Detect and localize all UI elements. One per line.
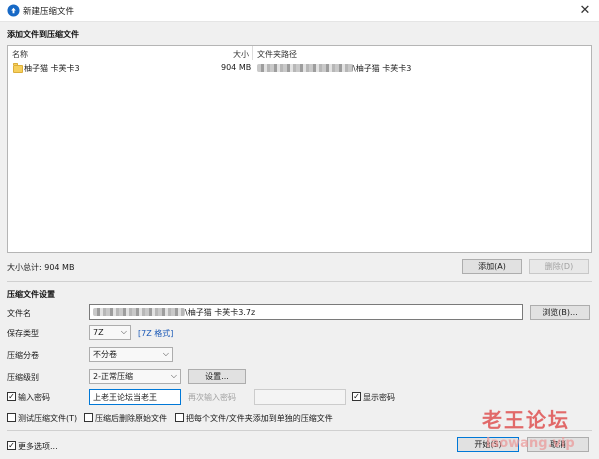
reenter-password-label: 再次输入密码 xyxy=(188,393,236,402)
watermark-logo: 老王论坛 xyxy=(482,408,570,432)
filename-value: \柚子猫 卡芙卡3.7z xyxy=(185,307,256,317)
test-archive-checkbox[interactable] xyxy=(7,413,16,422)
column-divider[interactable] xyxy=(252,46,253,60)
redacted-path xyxy=(257,64,353,72)
redacted-path xyxy=(93,308,185,316)
settings-button[interactable]: 设置... xyxy=(188,369,246,384)
section-divider xyxy=(7,281,592,282)
test-archive-label[interactable]: 测试压缩文件(T) xyxy=(18,413,77,424)
add-button[interactable]: 添加(A) xyxy=(462,259,522,274)
level-label: 压缩级别 xyxy=(7,373,39,382)
file-path: \柚子猫 卡芙卡3 xyxy=(353,64,412,73)
title-bar: 新建压缩文件 ✕ xyxy=(0,0,599,22)
browse-button[interactable]: 浏览(B)... xyxy=(530,305,590,320)
password-checkbox[interactable]: ✓ xyxy=(7,392,16,401)
more-options-checkbox[interactable]: ✓ xyxy=(7,441,16,450)
close-icon[interactable]: ✕ xyxy=(574,1,596,21)
filename-label: 文件名 xyxy=(7,309,31,318)
delete-original-label[interactable]: 压缩后删除原始文件 xyxy=(95,413,167,424)
filename-input[interactable]: \柚子猫 卡芙卡3.7z xyxy=(89,304,523,320)
settings-section-title: 压缩文件设置 xyxy=(7,290,55,299)
split-value: 不分卷 xyxy=(93,350,117,359)
watermark-sub: laowang.vip xyxy=(486,436,575,451)
save-type-value: 7Z xyxy=(93,328,104,337)
file-name: 柚子猫 卡芙卡3 xyxy=(24,64,80,73)
password-label[interactable]: 输入密码 xyxy=(18,392,50,403)
chevron-down-icon: ⌵ xyxy=(120,327,127,336)
window-title: 新建压缩文件 xyxy=(23,7,75,17)
each-separately-checkbox[interactable] xyxy=(175,413,184,422)
list-item[interactable]: 柚子猫 卡芙卡3 904 MB \柚子猫 卡芙卡3 xyxy=(8,61,591,75)
folder-icon xyxy=(13,65,23,73)
column-header-size[interactable]: 大小 xyxy=(233,49,249,60)
chevron-down-icon: ⌵ xyxy=(162,349,169,358)
split-select[interactable]: 不分卷 ⌵ xyxy=(89,347,173,362)
show-password-label[interactable]: 显示密码 xyxy=(363,392,395,403)
format-link[interactable]: [7Z 格式] xyxy=(138,328,173,339)
file-list[interactable]: 名称 大小 文件夹路径 柚子猫 卡芙卡3 904 MB \柚子猫 卡芙卡3 xyxy=(7,45,592,253)
chevron-down-icon: ⌵ xyxy=(170,371,177,380)
save-type-label: 保存类型 xyxy=(7,329,39,338)
save-type-select[interactable]: 7Z ⌵ xyxy=(89,325,131,340)
delete-original-checkbox[interactable] xyxy=(84,413,93,422)
password-value: 上老王论坛当老王 xyxy=(93,392,157,402)
reenter-password-input[interactable] xyxy=(254,389,346,405)
show-password-checkbox[interactable]: ✓ xyxy=(352,392,361,401)
bandizip-icon xyxy=(7,4,20,17)
delete-button[interactable]: 删除(D) xyxy=(529,259,589,274)
column-header-path[interactable]: 文件夹路径 xyxy=(257,49,297,60)
total-size: 大小总计: 904 MB xyxy=(7,263,75,272)
split-label: 压缩分卷 xyxy=(7,351,39,360)
level-value: 2-正常压缩 xyxy=(93,372,133,381)
level-select[interactable]: 2-正常压缩 ⌵ xyxy=(89,369,181,384)
password-input[interactable]: 上老王论坛当老王 xyxy=(89,389,181,405)
more-options-label[interactable]: 更多选项... xyxy=(18,441,58,452)
add-section-title: 添加文件到压缩文件 xyxy=(7,30,79,39)
file-size: 904 MB xyxy=(221,63,252,72)
column-header-name[interactable]: 名称 xyxy=(12,49,28,60)
each-separately-label[interactable]: 把每个文件/文件夹添加到单独的压缩文件 xyxy=(186,413,333,424)
